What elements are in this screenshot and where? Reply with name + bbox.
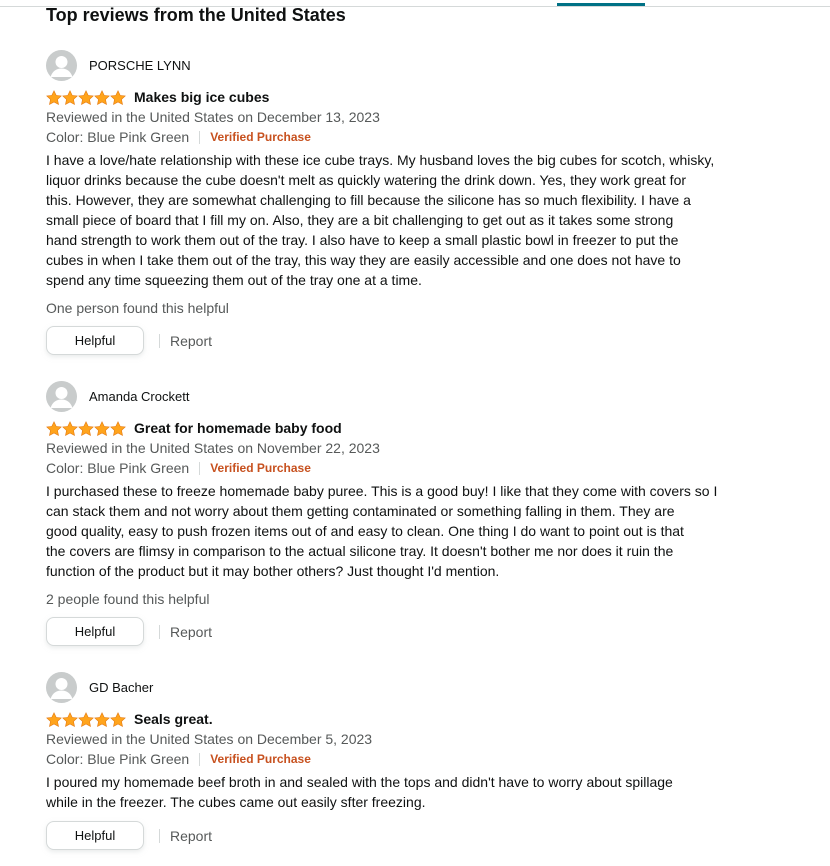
star-icon	[62, 711, 78, 727]
review-body-line: hand strength to work them out of the tr…	[46, 232, 679, 248]
star-icon	[110, 420, 126, 436]
star-icon	[78, 89, 94, 105]
avatar-icon	[46, 49, 77, 81]
star-icon	[94, 420, 110, 436]
helpful-button[interactable]: Helpful	[46, 326, 144, 355]
review-body-line: small piece of board that I fill my on. …	[46, 212, 674, 228]
star-icon	[78, 420, 94, 436]
review-card: GD Bacher Seals great. Reviewed in the U…	[46, 671, 736, 850]
variant-label[interactable]: Color: Blue Pink Green	[46, 458, 189, 478]
star-icon	[62, 89, 78, 105]
report-link[interactable]: Report	[170, 333, 212, 349]
star-rating[interactable]	[46, 89, 126, 105]
review-body-line: can stack them and not worry about them …	[46, 503, 675, 519]
review-body-line: cubes in when I take them out of the tra…	[46, 252, 681, 268]
avatar-icon	[46, 380, 77, 412]
star-icon	[110, 89, 126, 105]
divider	[199, 130, 201, 144]
star-rating[interactable]	[46, 420, 126, 436]
review-title[interactable]: Great for homemade baby food	[134, 420, 342, 436]
divider	[159, 624, 160, 639]
star-icon	[94, 89, 110, 105]
star-icon	[46, 711, 62, 727]
reviewer-profile[interactable]: GD Bacher	[46, 671, 736, 703]
active-tab-indicator	[557, 3, 645, 6]
review-body: I purchased these to freeze homemade bab…	[46, 481, 736, 581]
review-body-line: liquor drinks because the cube doesn't m…	[46, 172, 687, 188]
helpful-button[interactable]: Helpful	[46, 821, 144, 850]
avatar-icon	[46, 671, 77, 703]
review-body-line: I purchased these to freeze homemade bab…	[46, 483, 718, 499]
reviewer-name: Amanda Crockett	[89, 388, 190, 404]
star-icon	[46, 89, 62, 105]
review-body: I poured my homemade beef broth in and s…	[46, 772, 736, 812]
review-body-line: while in the freezer. The cubes came out…	[46, 794, 426, 810]
star-icon	[46, 420, 62, 436]
report-link[interactable]: Report	[170, 624, 212, 640]
review-body-line: the covers are flimsy in comparison to t…	[46, 543, 674, 559]
review-title[interactable]: Makes big ice cubes	[134, 89, 269, 105]
verified-purchase-badge[interactable]: Verified Purchase	[210, 458, 311, 478]
variant-label[interactable]: Color: Blue Pink Green	[46, 127, 189, 147]
review-body-line: I poured my homemade beef broth in and s…	[46, 774, 673, 790]
verified-purchase-badge[interactable]: Verified Purchase	[210, 749, 311, 769]
review-title[interactable]: Seals great.	[134, 711, 213, 727]
divider	[159, 828, 160, 843]
star-icon	[94, 711, 110, 727]
review-body-line: good quality, easy to push frozen items …	[46, 523, 684, 539]
verified-purchase-badge[interactable]: Verified Purchase	[210, 127, 311, 147]
divider	[159, 333, 160, 348]
review-date: Reviewed in the United States on Decembe…	[46, 109, 380, 125]
review-body-line: spend any time squeezing them out of the…	[46, 272, 422, 288]
review-card: Amanda Crockett Great for homemade baby …	[46, 380, 736, 646]
review-body: I have a love/hate relationship with the…	[46, 150, 736, 290]
review-body-line: this. However, they are somewhat challen…	[46, 192, 691, 208]
reviewer-profile[interactable]: PORSCHE LYNN	[46, 49, 736, 81]
reviewer-name: GD Bacher	[89, 679, 154, 695]
divider	[199, 752, 201, 766]
review-body-line: function of the product but it may bothe…	[46, 563, 500, 579]
review-date: Reviewed in the United States on Novembe…	[46, 440, 380, 456]
star-icon	[110, 711, 126, 727]
helpful-button[interactable]: Helpful	[46, 617, 144, 646]
review-card: PORSCHE LYNN Makes big ice cubes Reviewe…	[46, 49, 736, 355]
review-date: Reviewed in the United States on Decembe…	[46, 731, 373, 747]
helpful-count: 2 people found this helpful	[46, 591, 210, 607]
divider	[199, 461, 201, 475]
reviewer-profile[interactable]: Amanda Crockett	[46, 380, 736, 412]
review-body-line: I have a love/hate relationship with the…	[46, 152, 715, 168]
star-icon	[78, 711, 94, 727]
variant-label[interactable]: Color: Blue Pink Green	[46, 749, 189, 769]
reviewer-name: PORSCHE LYNN	[89, 57, 191, 73]
section-title: Top reviews from the United States	[46, 5, 346, 25]
helpful-count: One person found this helpful	[46, 300, 229, 316]
star-rating[interactable]	[46, 711, 126, 727]
report-link[interactable]: Report	[170, 828, 212, 844]
star-icon	[62, 420, 78, 436]
